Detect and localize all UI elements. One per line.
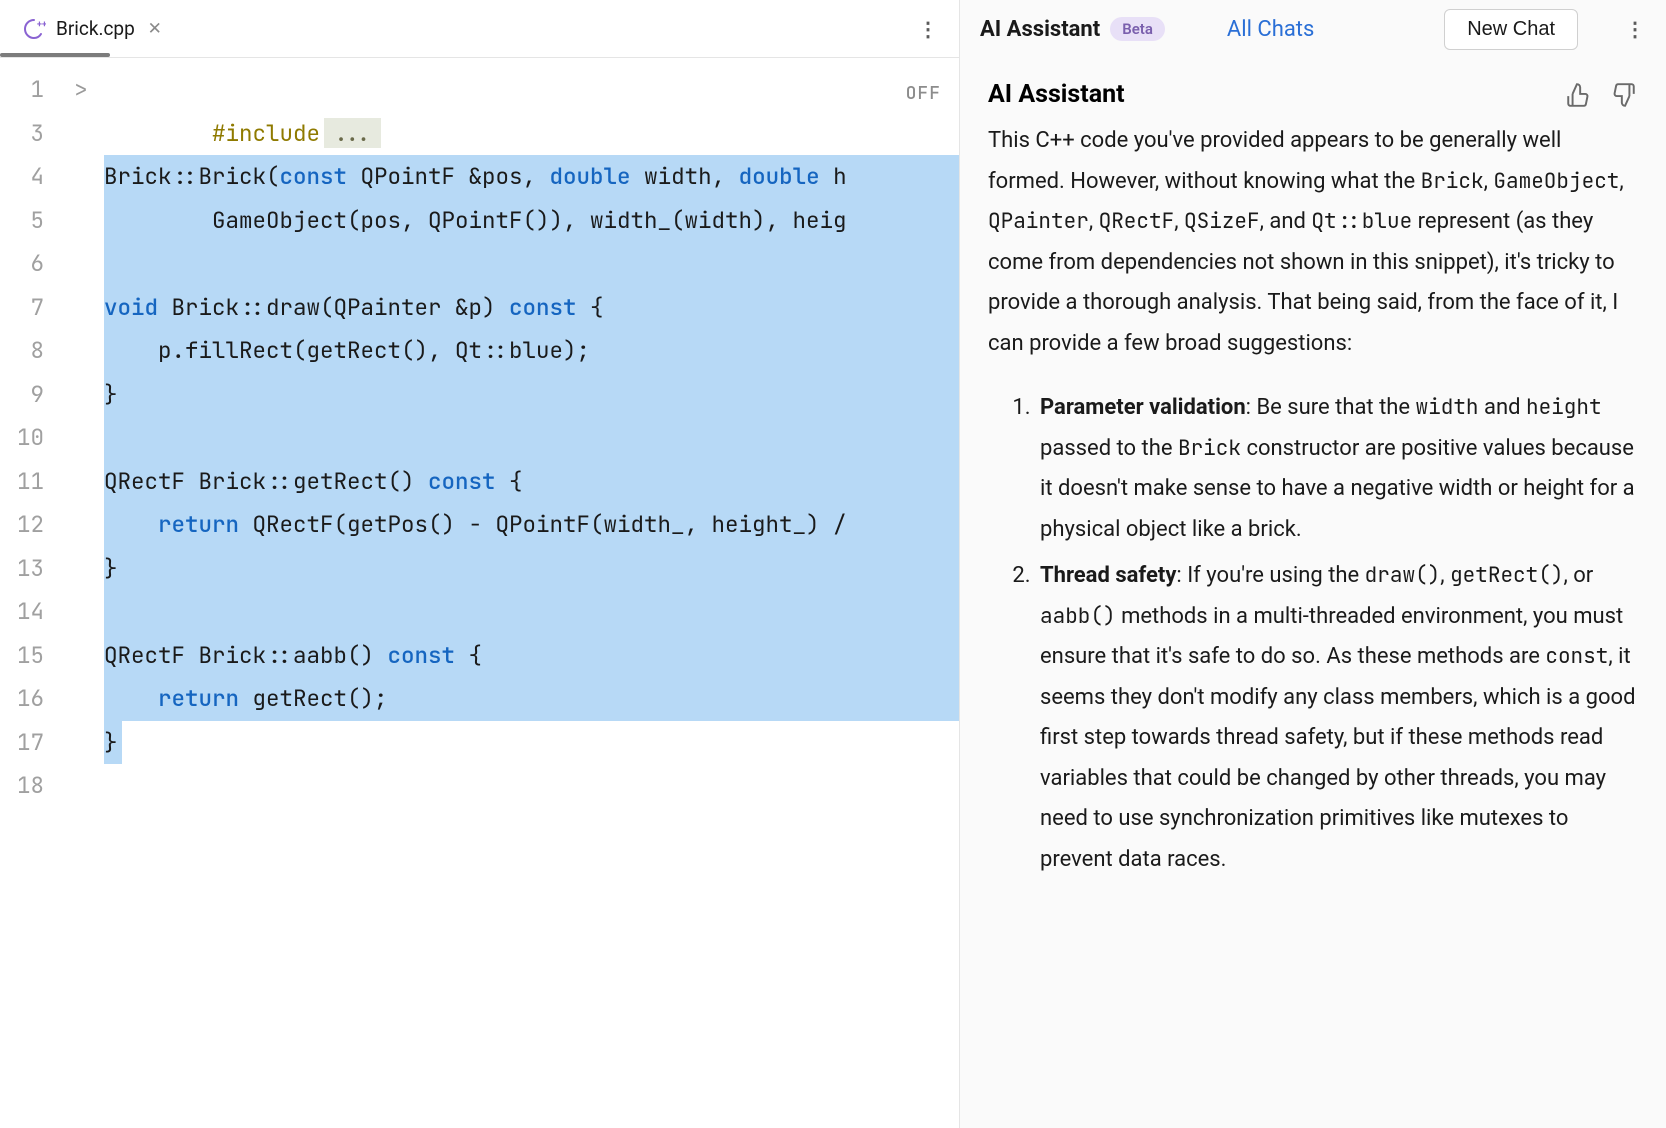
all-chats-link[interactable]: All Chats (1227, 17, 1314, 42)
fold-marker[interactable]: > (62, 68, 100, 112)
line-gutter: 1 3 4 5 6 7 8 9 10 11 12 13 14 15 16 17 … (0, 58, 62, 1128)
gutter-line: 7 (0, 286, 62, 330)
thumbs-down-icon[interactable] (1610, 81, 1638, 109)
gutter-line: 6 (0, 242, 62, 286)
cpp-file-icon: + + (22, 17, 46, 41)
editor-more-menu-icon[interactable]: ⋮ (917, 15, 939, 43)
active-tab-indicator (0, 53, 110, 57)
gutter-line: 10 (0, 416, 62, 460)
editor-tab-label: Brick.cpp (56, 17, 135, 40)
editor-tabbar: + + Brick.cpp ✕ ⋮ (0, 0, 959, 58)
new-chat-button[interactable]: New Chat (1444, 9, 1578, 50)
assistant-header: AI Assistant Beta All Chats New Chat ⋮ (960, 0, 1666, 58)
code-area[interactable]: #include... Brick::Brick(const QPointF &… (100, 58, 959, 1128)
code-line[interactable]: QRectF Brick::aabb() const { (100, 634, 959, 678)
message-header: AI Assistant (988, 80, 1638, 109)
beta-badge: Beta (1110, 17, 1165, 41)
svg-text:+: + (42, 20, 46, 30)
close-icon[interactable]: ✕ (145, 19, 165, 39)
code-line[interactable]: #include... (100, 68, 959, 112)
intro-text: This C++ code you've provided appears to… (988, 128, 1624, 356)
code-line[interactable]: return QRectF(getPos() - QPointF(width_,… (100, 503, 959, 547)
gutter-line: 11 (0, 460, 62, 504)
assistant-pane: AI Assistant Beta All Chats New Chat ⋮ A… (960, 0, 1666, 1128)
code-line[interactable] (100, 764, 959, 808)
assistant-title: AI Assistant (980, 17, 1100, 42)
suggestion-item: Parameter validation: Be sure that the w… (1036, 388, 1638, 550)
gutter-line: 17 (0, 721, 62, 765)
code-line[interactable]: } (100, 373, 959, 417)
gutter-line: 16 (0, 677, 62, 721)
code-line[interactable]: GameObject(pos, QPointF()), width_(width… (100, 199, 959, 243)
thumbs-up-icon[interactable] (1564, 81, 1592, 109)
code-line[interactable] (100, 242, 959, 286)
gutter-line: 12 (0, 503, 62, 547)
code-line[interactable]: } (100, 547, 959, 591)
fold-column: > (62, 58, 100, 1128)
folded-includes[interactable]: ... (324, 118, 381, 148)
suggestion-list: Parameter validation: Be sure that the w… (988, 388, 1638, 880)
gutter-line: 14 (0, 590, 62, 634)
message-sender: AI Assistant (988, 80, 1125, 109)
gutter-line: 8 (0, 329, 62, 373)
code-line[interactable] (100, 416, 959, 460)
code-line[interactable] (100, 590, 959, 634)
gutter-line: 13 (0, 547, 62, 591)
gutter-line: 18 (0, 764, 62, 808)
code-line[interactable]: p.fillRect(getRect(), Qt::blue); (100, 329, 959, 373)
gutter-line: 3 (0, 112, 62, 156)
editor-pane: + + Brick.cpp ✕ ⋮ OFF 1 3 4 5 6 7 8 9 10… (0, 0, 960, 1128)
code-line[interactable]: return getRect(); (100, 677, 959, 721)
assistant-body[interactable]: AI Assistant This C++ code you've provid… (960, 58, 1666, 1128)
gutter-line: 15 (0, 634, 62, 678)
code-line[interactable]: QRectF Brick::getRect() const { (100, 460, 959, 504)
editor-tab-brick[interactable]: + + Brick.cpp ✕ (12, 7, 175, 51)
gutter-line: 1 (0, 68, 62, 112)
assistant-more-menu-icon[interactable]: ⋮ (1624, 15, 1646, 43)
suggestion-item: Thread safety: If you're using the draw(… (1036, 556, 1638, 880)
gutter-line: 5 (0, 199, 62, 243)
code-line[interactable]: Brick::Brick(const QPointF &pos, double … (100, 155, 959, 199)
editor-body[interactable]: OFF 1 3 4 5 6 7 8 9 10 11 12 13 14 15 16… (0, 58, 959, 1128)
gutter-line: 4 (0, 155, 62, 199)
message-content: This C++ code you've provided appears to… (988, 121, 1638, 880)
code-line[interactable]: } (100, 721, 959, 765)
gutter-line: 9 (0, 373, 62, 417)
code-line[interactable]: void Brick::draw(QPainter &p) const { (100, 286, 959, 330)
include-directive: #include (212, 118, 320, 148)
chevron-right-icon: > (74, 68, 88, 112)
